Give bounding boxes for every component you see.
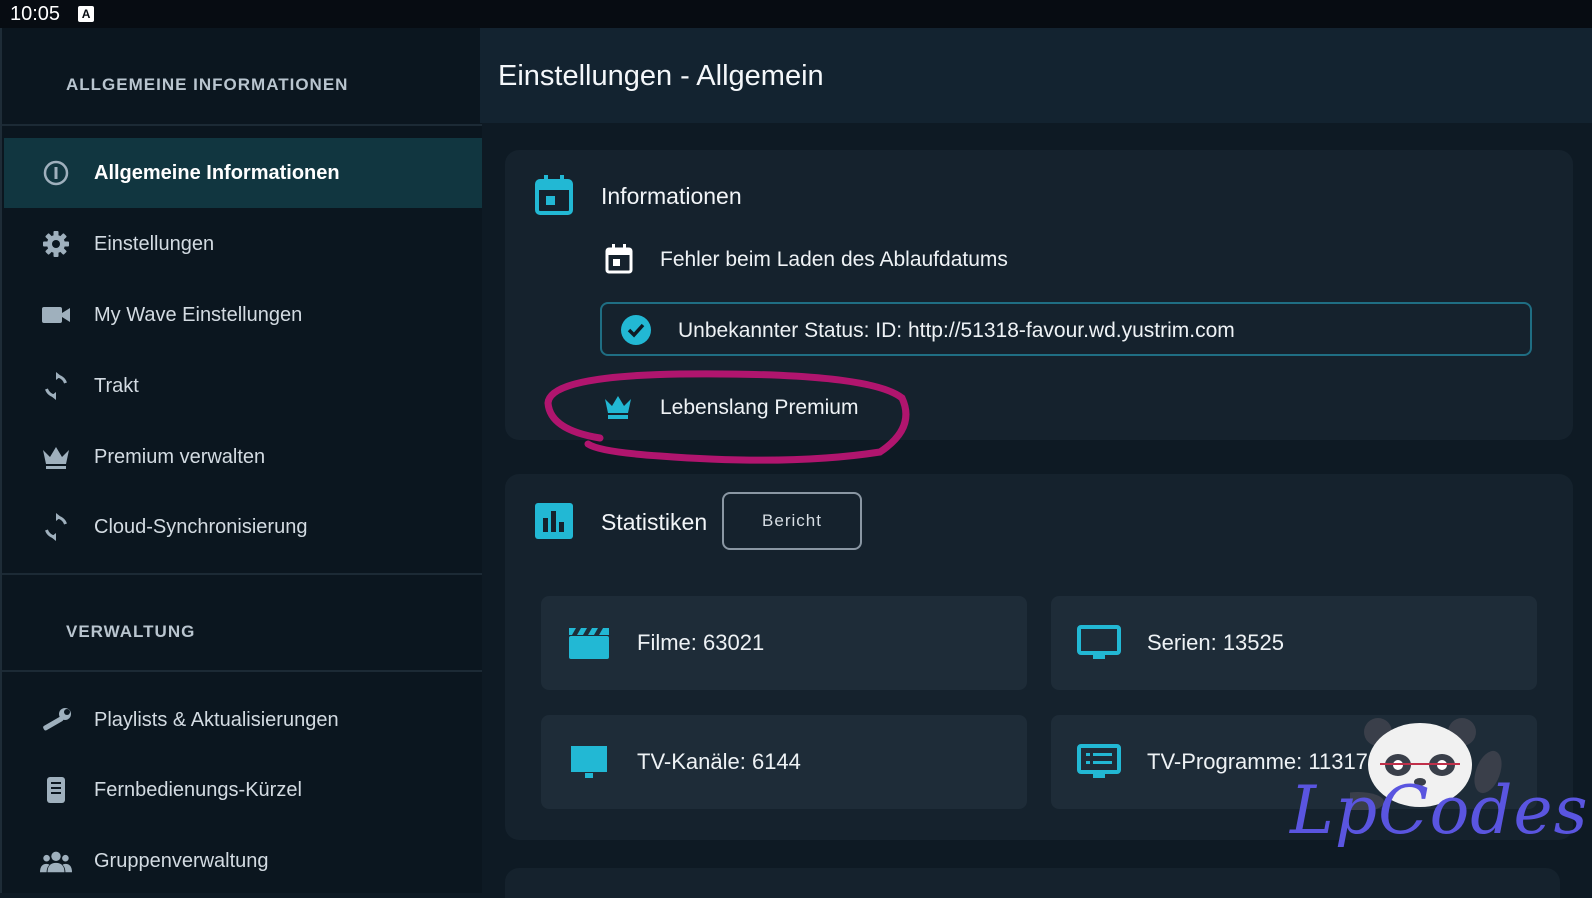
- info-card-title: Informationen: [601, 183, 742, 209]
- remote-icon: [40, 774, 72, 806]
- report-button[interactable]: Bericht: [722, 492, 862, 550]
- stats-card-title: Statistiken: [601, 509, 708, 535]
- section-title-management: VERWALTUNG: [66, 622, 196, 641]
- clapperboard-icon: [567, 624, 611, 662]
- stat-label: TV-Kanäle: 6144: [637, 749, 801, 774]
- sidebar-item-label: Premium verwalten: [94, 445, 266, 468]
- sync-icon: [40, 370, 72, 402]
- sidebar-item-label: My Wave Einstellungen: [94, 303, 303, 326]
- check-circle-icon: [620, 314, 652, 351]
- sidebar-item-trakt[interactable]: Trakt: [4, 351, 482, 421]
- a-icon: A: [78, 6, 95, 22]
- sidebar-item-premium[interactable]: Premium verwalten: [4, 422, 482, 492]
- expiry-text: Fehler beim Laden des Ablaufdatums: [660, 248, 1008, 271]
- group-icon: [40, 845, 72, 877]
- program-list-icon: [1077, 743, 1121, 781]
- sidebar-item-cloud-sync[interactable]: Cloud-Synchronisierung: [4, 492, 482, 562]
- sidebar-item-label: Cloud-Synchronisierung: [94, 515, 308, 538]
- main-header: Einstellungen - Allgemein: [480, 28, 1592, 123]
- sidebar-item-settings[interactable]: Einstellungen: [4, 209, 482, 279]
- gear-icon: [40, 228, 72, 260]
- info-icon: [40, 157, 72, 189]
- page-title: Einstellungen - Allgemein: [498, 60, 824, 92]
- stat-label: Filme: 63021: [637, 630, 765, 655]
- highlight-annotation: [544, 370, 910, 464]
- sync-icon: [40, 511, 72, 543]
- calendar-icon: [605, 244, 633, 279]
- sidebar-item-label: Allgemeine Informationen: [94, 161, 340, 184]
- stat-tile-series: Serien: 13525: [1051, 596, 1537, 690]
- calendar-icon: [535, 175, 573, 220]
- stat-label: Serien: 13525: [1147, 630, 1284, 655]
- sidebar-item-general-info[interactable]: Allgemeine Informationen: [4, 138, 482, 208]
- divider: [2, 670, 482, 672]
- bar-chart-icon: [535, 503, 573, 544]
- sidebar-item-playlists[interactable]: Playlists & Aktualisierungen: [4, 685, 482, 755]
- status-text: Unbekannter Status: ID: http://51318-fav…: [678, 319, 1235, 342]
- divider: [2, 573, 482, 575]
- watermark-text: LpCodes: [1290, 772, 1589, 849]
- section-title-general: ALLGEMEINE INFORMATIONEN: [66, 75, 349, 94]
- divider: [2, 124, 482, 126]
- sidebar-item-label: Einstellungen: [94, 232, 215, 255]
- crown-icon: [40, 441, 72, 473]
- sidebar-item-remote-shortcuts[interactable]: Fernbedienungs-Kürzel: [4, 755, 482, 825]
- sidebar-item-label: Playlists & Aktualisierungen: [94, 708, 339, 731]
- sidebar-item-label: Fernbedienungs-Kürzel: [94, 778, 302, 801]
- lpcodes-watermark: LpCodes: [1280, 710, 1588, 880]
- sidebar: ALLGEMEINE INFORMATIONEN Allgemeine Info…: [0, 28, 482, 893]
- status-bar: 10:05 A: [0, 0, 1592, 28]
- stat-tile-tv-channels: TV-Kanäle: 6144: [541, 715, 1027, 809]
- sidebar-item-label: Gruppenverwaltung: [94, 849, 269, 872]
- status-time: 10:05: [10, 2, 61, 25]
- monitor-icon: [1077, 624, 1121, 662]
- tv-icon: [567, 743, 611, 781]
- status-row: Unbekannter Status: ID: http://51318-fav…: [600, 302, 1532, 356]
- sidebar-item-label: Trakt: [94, 374, 139, 397]
- stat-tile-movies: Filme: 63021: [541, 596, 1027, 690]
- video-camera-icon: [40, 299, 72, 331]
- wrench-icon: [40, 704, 72, 736]
- sidebar-item-my-wave[interactable]: My Wave Einstellungen: [4, 280, 482, 350]
- sidebar-item-group-management[interactable]: Gruppenverwaltung: [4, 826, 482, 896]
